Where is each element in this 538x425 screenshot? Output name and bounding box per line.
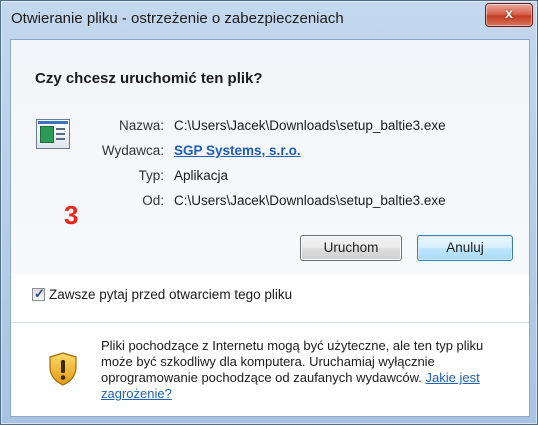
title-bar[interactable]: Otwieranie pliku - ostrzeżenie o zabezpi… [1, 1, 537, 39]
type-value: Aplikacja [174, 168, 229, 183]
type-label: Typ: [138, 168, 164, 183]
application-file-icon [36, 119, 70, 149]
divider [11, 322, 529, 323]
publisher-label: Wydawca: [101, 143, 164, 158]
close-icon: x [505, 5, 513, 21]
dialog-question: Czy chcesz uruchomić ten plik? [35, 70, 263, 87]
security-warning-window: Otwieranie pliku - ostrzeżenie o zabezpi… [0, 0, 538, 425]
security-shield-warning-icon [49, 352, 77, 386]
publisher-link[interactable]: SGP Systems, s.r.o. [174, 143, 301, 158]
checkmark-icon: ✓ [34, 286, 45, 301]
warning-message: Pliki pochodzące z Internetu mogą być uż… [101, 338, 511, 402]
from-value: C:\Users\Jacek\Downloads\setup_baltie3.e… [174, 193, 446, 208]
window-title: Otwieranie pliku - ostrzeżenie o zabezpi… [11, 10, 344, 27]
annotation-number: 3 [64, 200, 79, 230]
run-button[interactable]: Uruchom [300, 235, 402, 261]
name-label: Nazwa: [118, 118, 164, 133]
dialog-content: Czy chcesz uruchomić ten plik? Nazwa: C:… [10, 39, 530, 417]
from-label: Od: [142, 193, 164, 208]
cancel-button[interactable]: Anuluj [417, 235, 513, 261]
close-button[interactable]: x [485, 3, 533, 27]
always-ask-checkbox[interactable]: ✓ [32, 286, 45, 301]
file-details-panel: Czy chcesz uruchomić ten plik? Nazwa: C:… [11, 40, 529, 274]
always-ask-label[interactable]: Zawsze pytaj przed otwarciem tego pliku [49, 287, 292, 302]
name-value: C:\Users\Jacek\Downloads\setup_baltie3.e… [174, 118, 446, 133]
